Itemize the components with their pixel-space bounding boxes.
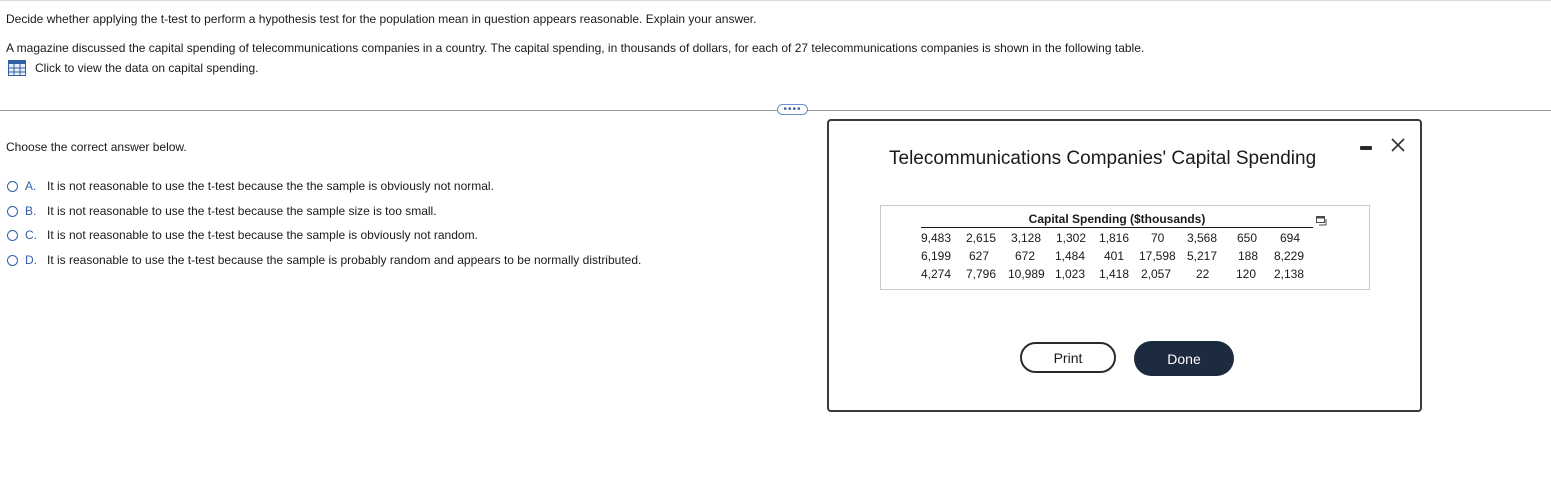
option-letter: A.: [25, 179, 37, 193]
view-data-link[interactable]: Click to view the data on capital spendi…: [8, 60, 258, 76]
table-cell: 9,483: [921, 231, 952, 245]
table-cell: 120: [1236, 267, 1257, 281]
option-text: It is reasonable to use the t-test becau…: [47, 253, 642, 267]
view-data-link-label: Click to view the data on capital spendi…: [35, 61, 259, 75]
option-d[interactable]: D. It is reasonable to use the t-test be…: [7, 251, 641, 269]
option-letter: C.: [25, 228, 37, 242]
table-cell: 6,199: [921, 249, 952, 263]
section-divider: [0, 110, 1551, 111]
answer-instruction: Choose the correct answer below.: [6, 140, 187, 154]
table-cell: 401: [1104, 249, 1125, 263]
table-cell: 17,598: [1139, 249, 1176, 263]
option-text: It is not reasonable to use the t-test b…: [47, 204, 437, 218]
table-cell: 1,816: [1099, 231, 1130, 245]
done-button[interactable]: Done: [1134, 341, 1234, 376]
table-cell: 2,057: [1141, 267, 1172, 281]
table-cell: 2,615: [966, 231, 997, 245]
table-cell: 1,484: [1055, 249, 1086, 263]
option-c[interactable]: C. It is not reasonable to use the t-tes…: [7, 226, 478, 244]
option-text: It is not reasonable to use the t-test b…: [47, 228, 478, 242]
question-prompt: Decide whether applying the t-test to pe…: [6, 12, 757, 26]
table-header: Capital Spending ($thousands): [921, 212, 1313, 228]
minimize-icon[interactable]: [1360, 146, 1372, 150]
question-context: A magazine discussed the capital spendin…: [6, 41, 1145, 55]
table-cell: 10,989: [1008, 267, 1045, 281]
option-text: It is not reasonable to use the t-test b…: [47, 179, 494, 193]
table-cell: 1,023: [1055, 267, 1086, 281]
radio-button[interactable]: [7, 205, 18, 217]
option-letter: B.: [25, 204, 37, 218]
table-cell: 22: [1196, 267, 1210, 281]
table-cell: 5,217: [1187, 249, 1218, 263]
table-cell: 4,274: [921, 267, 952, 281]
table-cell: 694: [1280, 231, 1301, 245]
table-cell: 2,138: [1274, 267, 1305, 281]
print-button[interactable]: Print: [1020, 342, 1116, 373]
table-cell: 672: [1015, 249, 1036, 263]
copy-icon[interactable]: [1316, 216, 1327, 226]
option-a[interactable]: A. It is not reasonable to use the t-tes…: [7, 177, 494, 195]
table-cell: 1,302: [1056, 231, 1087, 245]
data-table-box: Capital Spending ($thousands) 9,483 2,61…: [880, 205, 1370, 290]
expand-more-button[interactable]: ••••: [777, 104, 808, 115]
radio-button[interactable]: [7, 229, 18, 241]
top-border: [0, 0, 1551, 1]
option-b[interactable]: B. It is not reasonable to use the t-tes…: [7, 202, 437, 220]
option-letter: D.: [25, 253, 37, 267]
table-cell: 650: [1237, 231, 1258, 245]
radio-button[interactable]: [7, 180, 18, 192]
table-cell: 188: [1238, 249, 1259, 263]
table-cell: 3,568: [1187, 231, 1218, 245]
radio-button[interactable]: [7, 254, 18, 266]
modal-title: Telecommunications Companies' Capital Sp…: [889, 148, 1317, 169]
grid-table-icon: [8, 60, 26, 76]
table-cell: 1,418: [1099, 267, 1130, 281]
data-modal: Telecommunications Companies' Capital Sp…: [827, 119, 1422, 412]
table-cell: 7,796: [966, 267, 997, 281]
table-cell: 627: [969, 249, 990, 263]
table-cell: 8,229: [1274, 249, 1305, 263]
close-icon[interactable]: [1389, 136, 1407, 154]
table-cell: 3,128: [1011, 231, 1042, 245]
table-cell: 70: [1151, 231, 1165, 245]
